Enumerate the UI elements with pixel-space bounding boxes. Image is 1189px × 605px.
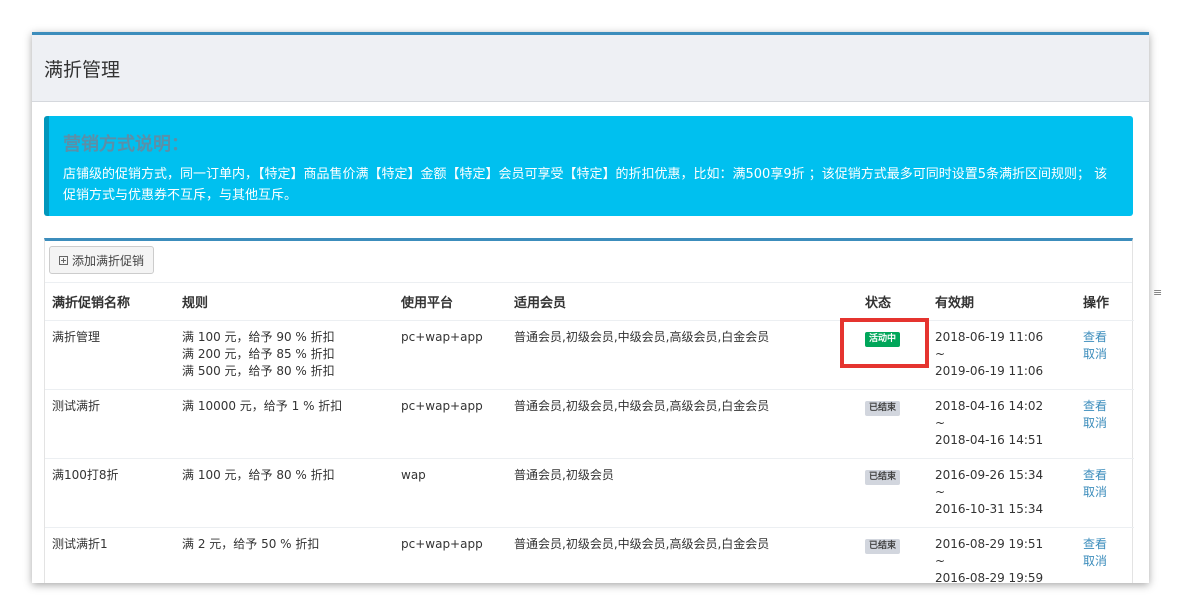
promotion-members: 普通会员,初级会员 — [507, 458, 858, 528]
validity-start: 2016-08-29 19:51 — [935, 537, 1044, 551]
rule-line: 满 100 元，给予 90 % 折扣 — [182, 330, 335, 344]
resize-handle-icon[interactable]: ≡ — [1153, 286, 1162, 299]
rule-line: 满 100 元，给予 80 % 折扣 — [182, 468, 335, 482]
header-status: 状态 — [858, 283, 928, 321]
validity-separator: ~ — [935, 416, 946, 430]
table-row: 测试满折 满 10000 元，给予 1 % 折扣 pc+wap+app 普通会员… — [45, 389, 1134, 459]
promotion-actions: 查看 取消 — [1076, 458, 1134, 528]
promotion-rules: 满 2 元，给予 50 % 折扣 — [175, 527, 394, 583]
promotion-status: 活动中 — [840, 318, 929, 390]
promotion-platform: pc+wap+app — [394, 320, 507, 390]
header-validity: 有效期 — [928, 283, 1076, 321]
promotion-platform: pc+wap+app — [394, 527, 507, 583]
highlight-box — [840, 318, 929, 368]
promotion-actions: 查看 取消 — [1076, 527, 1134, 583]
promotion-members: 普通会员,初级会员,中级会员,高级会员,白金会员 — [507, 389, 858, 459]
validity-start: 2018-04-16 14:02 — [935, 399, 1044, 413]
promotion-platform: pc+wap+app — [394, 389, 507, 459]
promotion-status: 已结束 — [858, 458, 928, 528]
promotion-name: 测试满折1 — [45, 527, 175, 583]
validity-separator: ~ — [935, 554, 946, 568]
add-promotion-button[interactable]: 添加满折促销 — [49, 246, 155, 274]
validity-separator: ~ — [935, 485, 946, 499]
validity-start: 2018-06-19 11:06 — [935, 330, 1044, 344]
cancel-link[interactable]: 取消 — [1083, 415, 1134, 432]
info-text: 店铺级的促销方式，同一订单内，【特定】商品售价满【特定】金额【特定】会员可享受【… — [63, 167, 1108, 203]
promotion-rules: 满 100 元，给予 90 % 折扣 满 200 元，给予 85 % 折扣 满 … — [175, 320, 394, 390]
table-row: 测试满折1 满 2 元，给予 50 % 折扣 pc+wap+app 普通会员,初… — [45, 527, 1134, 583]
cancel-link[interactable]: 取消 — [1083, 346, 1134, 363]
header-name: 满折促销名称 — [45, 283, 175, 321]
view-link[interactable]: 查看 — [1083, 467, 1134, 484]
rule-line: 满 10000 元，给予 1 % 折扣 — [182, 399, 343, 413]
promotion-name: 满100打8折 — [45, 458, 175, 528]
header-actions: 操作 — [1076, 283, 1134, 321]
status-badge: 已结束 — [865, 401, 901, 416]
add-promotion-label: 添加满折促销 — [72, 253, 145, 268]
toolbar: 添加满折促销 — [45, 241, 1132, 283]
rule-line: 满 2 元，给予 50 % 折扣 — [182, 537, 320, 551]
info-callout: 营销方式说明： 店铺级的促销方式，同一订单内，【特定】商品售价满【特定】金额【特… — [44, 116, 1133, 216]
info-title: 营销方式说明： — [63, 134, 189, 155]
promotion-table: 满折促销名称 规则 使用平台 适用会员 状态 有效期 操作 满折管理 满 100… — [45, 283, 1134, 583]
validity-end: 2016-10-31 15:34 — [935, 502, 1044, 516]
main-window: 满折管理 营销方式说明： 店铺级的促销方式，同一订单内，【特定】商品售价满【特定… — [32, 32, 1149, 583]
validity-separator: ~ — [935, 347, 946, 361]
view-link[interactable]: 查看 — [1083, 536, 1134, 553]
promotion-platform: wap — [394, 458, 507, 528]
header-members: 适用会员 — [507, 283, 858, 321]
table-row: 满100打8折 满 100 元，给予 80 % 折扣 wap 普通会员,初级会员… — [45, 458, 1134, 528]
header-rule: 规则 — [175, 283, 394, 321]
promotion-validity: 2018-06-19 11:06 ~ 2019-06-19 11:06 — [928, 320, 1076, 390]
cancel-link[interactable]: 取消 — [1083, 553, 1134, 570]
promotion-list-box: 添加满折促销 满折促销名称 规则 使用平台 适用会员 状态 有效期 操作 满折管… — [44, 238, 1134, 583]
page-title: 满折管理 — [44, 58, 121, 81]
validity-start: 2016-09-26 15:34 — [935, 468, 1044, 482]
promotion-rules: 满 100 元，给予 80 % 折扣 — [175, 458, 394, 528]
table-row: 满折管理 满 100 元，给予 90 % 折扣 满 200 元，给予 85 % … — [45, 318, 1134, 390]
plus-square-icon — [59, 255, 68, 265]
page-header: 满折管理 — [32, 35, 1149, 102]
promotion-status: 已结束 — [858, 527, 928, 583]
promotion-rules: 满 10000 元，给予 1 % 折扣 — [175, 389, 394, 459]
view-link[interactable]: 查看 — [1083, 329, 1134, 346]
validity-end: 2016-08-29 19:59 — [935, 571, 1044, 583]
status-badge: 已结束 — [865, 539, 901, 554]
promotion-members: 普通会员,初级会员,中级会员,高级会员,白金会员 — [507, 527, 858, 583]
promotion-members: 普通会员,初级会员,中级会员,高级会员,白金会员 — [507, 320, 858, 390]
status-badge: 已结束 — [865, 470, 901, 485]
table-header-row: 满折促销名称 规则 使用平台 适用会员 状态 有效期 操作 — [45, 283, 1134, 321]
header-platform: 使用平台 — [394, 283, 507, 321]
promotion-validity: 2016-09-26 15:34 ~ 2016-10-31 15:34 — [928, 458, 1076, 528]
promotion-actions: 查看 取消 — [1076, 320, 1134, 390]
rule-line: 满 500 元，给予 80 % 折扣 — [182, 364, 335, 378]
status-wrap: 活动中 — [840, 318, 929, 368]
promotion-validity: 2018-04-16 14:02 ~ 2018-04-16 14:51 — [928, 389, 1076, 459]
promotion-name: 测试满折 — [45, 389, 175, 459]
cancel-link[interactable]: 取消 — [1083, 484, 1134, 501]
promotion-name: 满折管理 — [45, 320, 175, 390]
promotion-status: 已结束 — [858, 389, 928, 459]
promotion-validity: 2016-08-29 19:51 ~ 2016-08-29 19:59 — [928, 527, 1076, 583]
view-link[interactable]: 查看 — [1083, 398, 1134, 415]
promotion-actions: 查看 取消 — [1076, 389, 1134, 459]
rule-line: 满 200 元，给予 85 % 折扣 — [182, 347, 335, 361]
validity-end: 2019-06-19 11:06 — [935, 364, 1044, 378]
validity-end: 2018-04-16 14:51 — [935, 433, 1044, 447]
